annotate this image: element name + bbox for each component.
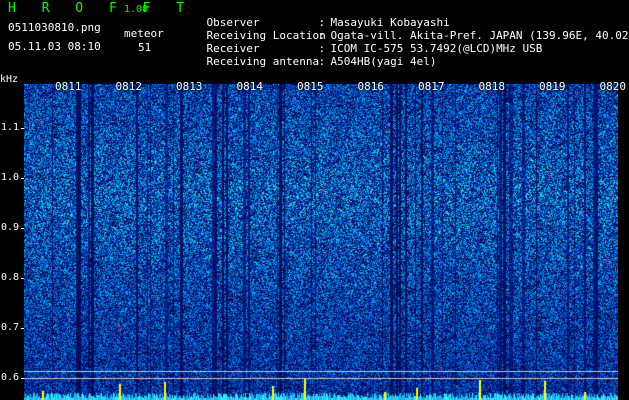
time-label: 0820	[599, 80, 627, 93]
meteor-count: 51	[138, 41, 152, 54]
time-label: 0815	[297, 80, 324, 93]
time-label: 0817	[418, 80, 445, 93]
meteor-label: meteor	[124, 27, 164, 40]
spectrogram-canvas	[24, 84, 618, 400]
freq-label: 1.1	[1, 122, 20, 133]
info-colon: :	[318, 55, 326, 68]
freq-label: 0.7	[1, 322, 20, 333]
info-key: Receiving antenna	[206, 55, 320, 68]
app-title: H R O F F T	[8, 1, 194, 16]
date-time: 05.11.03 08:10	[8, 40, 101, 53]
header-panel: H R O F F T 1.00 0511030810.png 05.11.03…	[0, 0, 629, 70]
file-name: 0511030810.png	[8, 21, 101, 34]
spectrogram	[24, 84, 618, 400]
freq-label: 0.9	[1, 222, 20, 233]
time-axis: 0811 0812 0813 0814 0815 0816 0817 0818 0819 0820	[0, 80, 629, 94]
info-row-antenna: Receiving antenna: A504HB(yagi 4el)	[180, 42, 437, 81]
time-label: 0818	[478, 80, 506, 93]
time-label: 0816	[357, 80, 385, 93]
time-label: 0814	[236, 80, 264, 93]
app-version: 1.00	[124, 4, 149, 15]
info-value: A504HB(yagi 4el)	[330, 55, 437, 68]
time-label: 0819	[539, 80, 566, 93]
time-label: 0811	[55, 80, 82, 93]
freq-label: 0.6	[1, 372, 20, 383]
time-label: 0813	[176, 80, 203, 93]
frequency-axis: 1.1 1.0 0.9 0.8 0.7 0.6	[0, 70, 24, 400]
time-label: 0812	[115, 80, 143, 93]
freq-label: 1.0	[1, 172, 20, 183]
freq-label: 0.8	[1, 272, 20, 283]
